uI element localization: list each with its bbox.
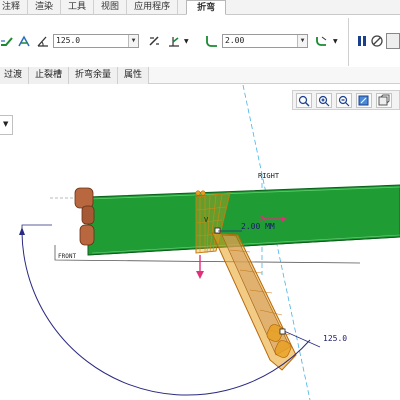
preview-icon[interactable] bbox=[386, 33, 400, 49]
model-viewport bbox=[19, 85, 400, 400]
radius-side-icon[interactable] bbox=[314, 34, 328, 48]
subtab-bend-allowance[interactable]: 折弯余量 bbox=[69, 67, 119, 84]
flip-angle-icon[interactable] bbox=[147, 34, 161, 48]
subtab-relief[interactable]: 止裂槽 bbox=[29, 67, 70, 84]
cancel-icon[interactable] bbox=[370, 34, 384, 48]
radius-input[interactable]: 2.00 ▼ bbox=[222, 34, 308, 48]
radius-icon bbox=[206, 36, 217, 47]
edge-feature bbox=[74, 187, 94, 209]
chevron-down-icon[interactable]: ▼ bbox=[297, 35, 307, 47]
angle-drag-handle[interactable] bbox=[279, 328, 286, 335]
datum-plane-label-front: FRONT bbox=[58, 253, 77, 260]
bend-dashboard: 125.0 ▼ ▼ 2.00 ▼ ▼ bbox=[0, 16, 400, 68]
radius-dimension-label[interactable]: 2.00 MM bbox=[241, 222, 275, 231]
bend-angle-type-icon[interactable] bbox=[167, 34, 181, 48]
tab-tools[interactable]: 工具 bbox=[61, 0, 95, 15]
edge-feature bbox=[79, 224, 95, 246]
datum-plane-label-right: RIGHT bbox=[258, 172, 280, 180]
sheet-metal-wall[interactable] bbox=[87, 184, 400, 256]
subtab-transition[interactable]: 过渡 bbox=[0, 67, 30, 84]
subtab-properties[interactable]: 属性 bbox=[118, 67, 150, 84]
tab-bend[interactable]: 折弯 bbox=[186, 0, 227, 15]
dashboard-subtabs: 过渡 止裂槽 折弯余量 属性 bbox=[0, 67, 400, 84]
bend-direction-icon[interactable] bbox=[17, 34, 31, 48]
angle-icon bbox=[37, 36, 48, 47]
tab-annotate[interactable]: 注释 bbox=[0, 0, 29, 15]
ribbon-tab-bar: 注释 渲染 工具 视图 应用程序 折弯 bbox=[0, 0, 400, 15]
radius-drag-handle[interactable] bbox=[214, 227, 221, 234]
tab-applications[interactable]: 应用程序 bbox=[127, 0, 179, 15]
pause-icon[interactable] bbox=[355, 34, 369, 48]
bend-type-icon[interactable] bbox=[0, 34, 14, 48]
chevron-down-icon[interactable]: ▼ bbox=[184, 38, 189, 45]
chevron-down-icon[interactable]: ▼ bbox=[128, 35, 138, 47]
chevron-down-icon[interactable]: ▼ bbox=[333, 38, 338, 45]
vertex-label: V bbox=[204, 216, 209, 224]
angle-dimension-label[interactable]: 125.0 bbox=[323, 334, 347, 343]
graphics-window[interactable]: ▼ RIGHT FRONT 2.00 MM 125.0 V bbox=[0, 85, 400, 400]
tab-render[interactable]: 渲染 bbox=[28, 0, 62, 15]
tab-view[interactable]: 视图 bbox=[94, 0, 128, 15]
angle-input[interactable]: 125.0 ▼ bbox=[53, 34, 139, 48]
